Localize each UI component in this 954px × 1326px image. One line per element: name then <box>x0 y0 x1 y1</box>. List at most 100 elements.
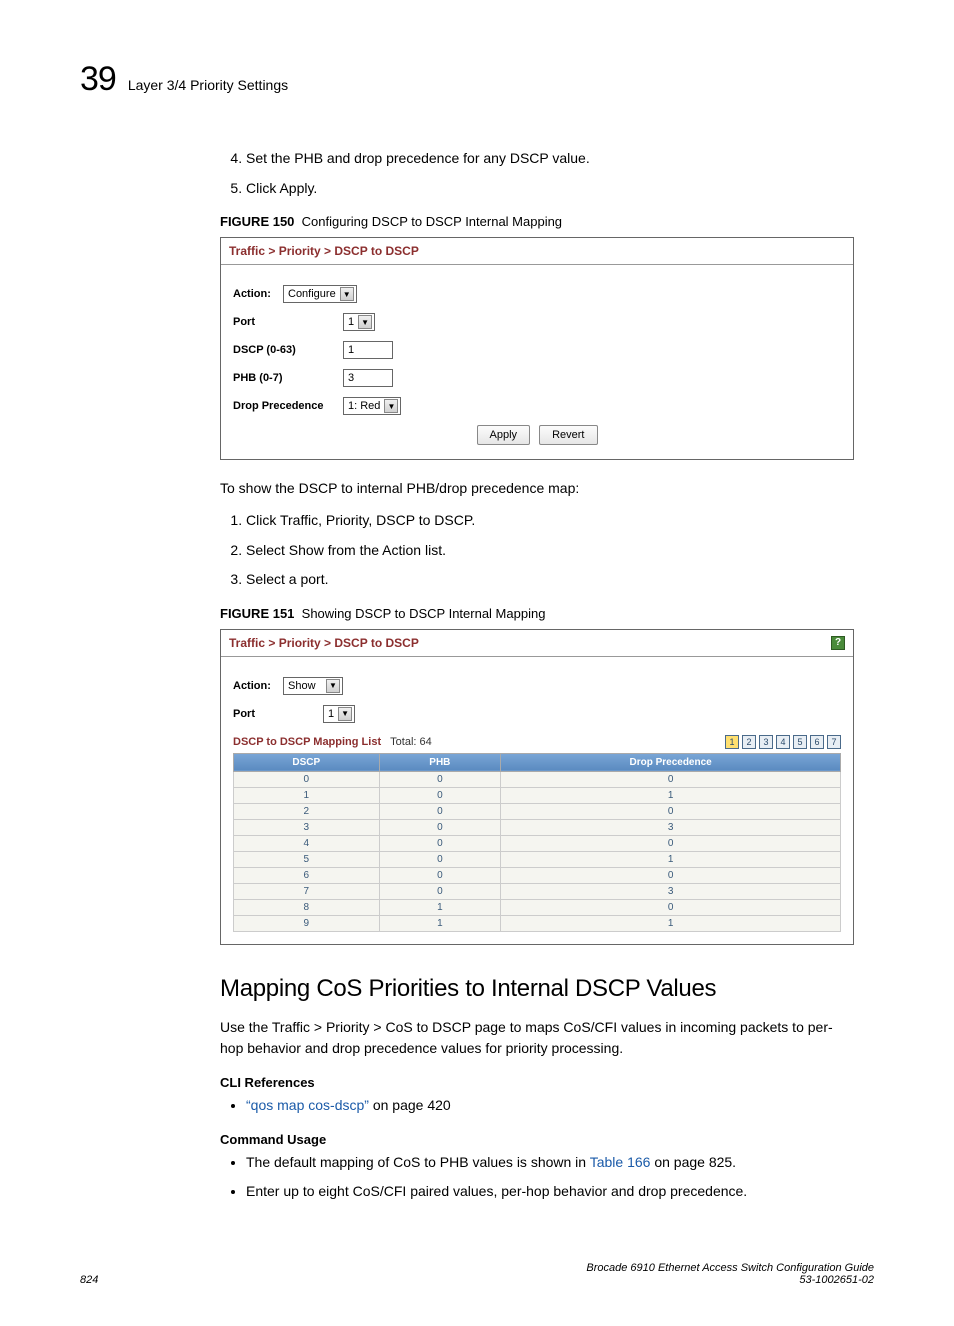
chevron-down-icon: ▼ <box>338 707 352 721</box>
action-select[interactable]: Configure▼ <box>283 285 357 303</box>
list-total: Total: 64 <box>390 736 432 748</box>
table-cell: 0 <box>501 771 841 787</box>
step-item: Set the PHB and drop precedence for any … <box>246 149 854 169</box>
table-cell: 0 <box>379 803 501 819</box>
table-cell: 0 <box>379 771 501 787</box>
action-label: Action: <box>233 680 283 692</box>
page-footer: 824 Brocade 6910 Ethernet Access Switch … <box>80 1262 874 1286</box>
page-number: 824 <box>80 1274 98 1286</box>
cli-item: “qos map cos-dscp” on page 420 <box>246 1096 854 1116</box>
chapter-title: Layer 3/4 Priority Settings <box>128 77 288 93</box>
port-label: Port <box>233 708 323 720</box>
phb-input[interactable]: 3 <box>343 369 393 387</box>
page-button-4[interactable]: 4 <box>776 735 790 749</box>
pager: 1234567 <box>725 735 841 749</box>
table-row: 303 <box>234 819 841 835</box>
chevron-down-icon: ▼ <box>326 679 340 693</box>
table-cell: 1 <box>501 915 841 931</box>
table-cell: 0 <box>501 835 841 851</box>
table-row: 501 <box>234 851 841 867</box>
table-row: 101 <box>234 787 841 803</box>
step-item: Select a port. <box>246 570 854 590</box>
table-cell: 5 <box>234 851 380 867</box>
table-row: 600 <box>234 867 841 883</box>
table-cell: 0 <box>379 867 501 883</box>
step-item: Select Show from the Action list. <box>246 541 854 561</box>
table-cell: 0 <box>379 851 501 867</box>
drop-precedence-select[interactable]: 1: Red▼ <box>343 397 401 415</box>
column-header: DSCP <box>234 753 380 771</box>
port-select[interactable]: 1▼ <box>343 313 375 331</box>
table-cell: 9 <box>234 915 380 931</box>
table-cell: 1 <box>379 899 501 915</box>
table-row: 000 <box>234 771 841 787</box>
step-item: Click Traffic, Priority, DSCP to DSCP. <box>246 511 854 531</box>
usage-item: Enter up to eight CoS/CFI paired values,… <box>246 1182 854 1202</box>
doc-number: 53-1002651-02 <box>799 1274 874 1286</box>
table-cell: 0 <box>379 819 501 835</box>
section-paragraph: Use the Traffic > Priority > CoS to DSCP… <box>220 1017 854 1059</box>
guide-title: Brocade 6910 Ethernet Access Switch Conf… <box>586 1262 874 1274</box>
page-button-1[interactable]: 1 <box>725 735 739 749</box>
cli-references-heading: CLI References <box>220 1075 854 1090</box>
table-cell: 0 <box>379 835 501 851</box>
command-usage-heading: Command Usage <box>220 1132 854 1147</box>
table-cell: 1 <box>501 787 841 803</box>
action-select[interactable]: Show▼ <box>283 677 343 695</box>
table-cell: 1 <box>501 851 841 867</box>
action-label: Action: <box>233 288 283 300</box>
table-cell: 3 <box>501 819 841 835</box>
table-cell: 2 <box>234 803 380 819</box>
intro-text: To show the DSCP to internal PHB/drop pr… <box>220 478 854 499</box>
usage-list: The default mapping of CoS to PHB values… <box>220 1153 854 1202</box>
breadcrumb: Traffic > Priority > DSCP to DSCP <box>221 238 853 265</box>
figure-151-panel: Traffic > Priority > DSCP to DSCP ? Acti… <box>220 629 854 945</box>
figure-150-panel: Traffic > Priority > DSCP to DSCP Action… <box>220 237 854 460</box>
mapping-table: DSCPPHBDrop Precedence 00010120030340050… <box>233 753 841 932</box>
chevron-down-icon: ▼ <box>340 287 354 301</box>
usage-item: The default mapping of CoS to PHB values… <box>246 1153 854 1173</box>
table-cell: 0 <box>501 803 841 819</box>
page-button-6[interactable]: 6 <box>810 735 824 749</box>
steps-list-1: Set the PHB and drop precedence for any … <box>220 149 854 198</box>
dscp-input[interactable]: 1 <box>343 341 393 359</box>
breadcrumb: Traffic > Priority > DSCP to DSCP ? <box>221 630 853 657</box>
chevron-down-icon: ▼ <box>358 315 372 329</box>
column-header: Drop Precedence <box>501 753 841 771</box>
section-heading: Mapping CoS Priorities to Internal DSCP … <box>220 975 854 1003</box>
table-cell: 0 <box>379 787 501 803</box>
page-button-7[interactable]: 7 <box>827 735 841 749</box>
table-cell: 6 <box>234 867 380 883</box>
cli-list: “qos map cos-dscp” on page 420 <box>220 1096 854 1116</box>
table-row: 703 <box>234 883 841 899</box>
dscp-label: DSCP (0-63) <box>233 344 343 356</box>
chevron-down-icon: ▼ <box>384 399 398 413</box>
table-row: 810 <box>234 899 841 915</box>
table-cell: 3 <box>501 883 841 899</box>
table-cell: 3 <box>234 819 380 835</box>
table-cell: 8 <box>234 899 380 915</box>
help-icon[interactable]: ? <box>831 636 845 650</box>
table-row: 911 <box>234 915 841 931</box>
table-link[interactable]: Table 166 <box>590 1154 651 1170</box>
table-row: 400 <box>234 835 841 851</box>
figure-caption-151: FIGURE 151 Showing DSCP to DSCP Internal… <box>220 606 854 621</box>
revert-button[interactable]: Revert <box>539 425 597 445</box>
figure-caption-150: FIGURE 150 Configuring DSCP to DSCP Inte… <box>220 214 854 229</box>
cli-link[interactable]: “qos map cos-dscp” <box>246 1097 369 1113</box>
table-cell: 1 <box>379 915 501 931</box>
drop-precedence-label: Drop Precedence <box>233 400 343 412</box>
apply-button[interactable]: Apply <box>477 425 531 445</box>
table-cell: 0 <box>501 867 841 883</box>
list-title: DSCP to DSCP Mapping List <box>233 736 381 748</box>
page-button-5[interactable]: 5 <box>793 735 807 749</box>
port-select[interactable]: 1▼ <box>323 705 355 723</box>
page-button-3[interactable]: 3 <box>759 735 773 749</box>
page-button-2[interactable]: 2 <box>742 735 756 749</box>
step-item: Click Apply. <box>246 179 854 199</box>
chapter-number: 39 <box>80 60 116 99</box>
phb-label: PHB (0-7) <box>233 372 343 384</box>
steps-list-2: Click Traffic, Priority, DSCP to DSCP. S… <box>220 511 854 590</box>
table-cell: 1 <box>234 787 380 803</box>
table-row: 200 <box>234 803 841 819</box>
